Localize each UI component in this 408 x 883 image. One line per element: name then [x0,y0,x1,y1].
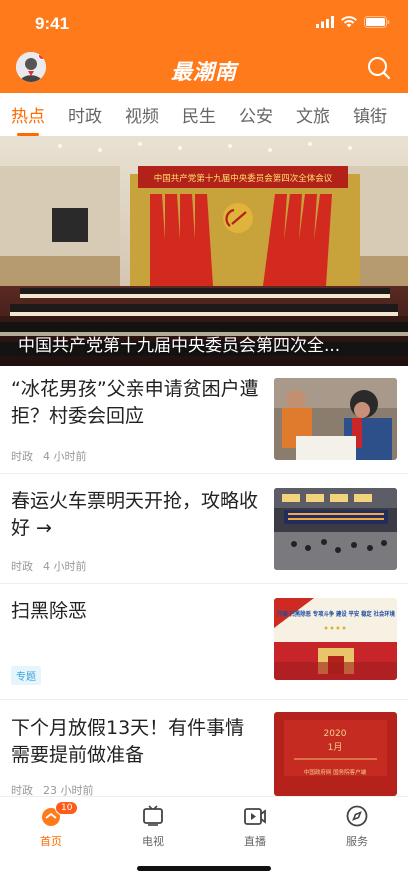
news-time: 4 小时前 [43,450,87,463]
news-thumbnail [274,488,397,570]
news-thumbnail: 2020 1月 中国政府网 国务院客户端 [274,712,397,796]
news-item-2[interactable]: 春运火车票明天开抢，攻略收好 → 时政 4 小时前 [0,474,408,584]
app-title: 最潮南 [171,60,237,84]
header: 9:41 最潮南 [0,0,408,93]
nav-tv-label: 电视 [142,835,164,848]
thumb-year-text: 2020 [324,729,347,739]
tab-culture-travel[interactable]: 文旅 [296,102,330,127]
news-meta: 时政 4 小时前 [11,558,87,574]
hero-banner[interactable]: 中国共产党第十九届中央委员会第四次全体会议 中国共产党第十九届中央委员会第四次全… [0,136,408,366]
tab-livelihood[interactable]: 民生 [182,102,216,127]
news-item-4[interactable]: 下个月放假13天！有件事情需要提前做准备 时政 23 小时前 2020 1月 中… [0,700,408,797]
category-tabs: 热点 时政 视频 民生 公安 文旅 镇街 [0,93,408,136]
status-time: 9:41 [35,14,70,33]
news-meta: 时政 4 小时前 [11,448,87,464]
home-indicator[interactable] [137,866,271,871]
nav-live[interactable]: 直播 [204,797,306,854]
thumb-month-text: 1月 [328,742,343,753]
tab-police[interactable]: 公安 [239,102,273,127]
news-title: 扫黑除恶 [11,600,88,622]
battery-icon [364,16,390,28]
wifi-icon [341,16,357,28]
nav-home[interactable]: 10 首页 [0,797,102,854]
live-icon [244,808,266,825]
hero-banner-text: 中国共产党第十九届中央委员会第四次全体会议 [154,173,333,184]
nav-live-label: 直播 [244,835,266,848]
home-badge: 10 [55,801,79,815]
compass-icon [346,805,368,827]
search-icon[interactable] [366,55,392,81]
nav-services-label: 服务 [346,835,368,848]
thumb-slogan-text: 开展 扫黑除恶 专项斗争 建设 平安 稳定 社会环境 [277,610,395,618]
news-item-1[interactable]: “冰花男孩”父亲申请贫困户遭拒？村委会回应 时政 4 小时前 [0,366,408,474]
news-time: 4 小时前 [43,560,87,573]
topic-tag: 专题 [11,666,41,685]
bottom-nav: 10 首页 电视 直播 服务 [0,796,408,854]
news-category: 时政 [11,560,33,573]
news-thumbnail: 开展 扫黑除恶 专项斗争 建设 平安 稳定 社会环境 [274,598,397,680]
nav-home-label: 首页 [40,835,62,848]
thumb-footer-text: 中国政府网 国务院客户端 [304,768,367,776]
news-category: 时政 [11,450,33,463]
tab-hot[interactable]: 热点 [11,102,45,136]
tv-icon [143,805,163,826]
nav-services[interactable]: 服务 [306,797,408,854]
news-item-3[interactable]: 扫黑除恶 专题 开展 扫黑除恶 专项斗争 建设 平安 稳定 社会环境 [0,584,408,700]
tab-towns[interactable]: 镇街 [353,102,387,127]
nav-tv[interactable]: 电视 [102,797,204,854]
tab-video[interactable]: 视频 [125,102,159,127]
tab-politics[interactable]: 时政 [68,102,102,127]
news-meta: 专题 [11,666,41,685]
status-icons [316,16,390,28]
signal-icon [316,16,334,28]
hero-caption: 中国共产党第十九届中央委员会第四次全... [18,336,341,356]
news-thumbnail [274,378,397,460]
news-title: 下个月放假13天！有件事情需要提前做准备 [11,717,245,766]
news-title: 春运火车票明天开抢，攻略收好 → [11,490,259,539]
news-title: “冰花男孩”父亲申请贫困户遭拒？村委会回应 [11,378,259,427]
